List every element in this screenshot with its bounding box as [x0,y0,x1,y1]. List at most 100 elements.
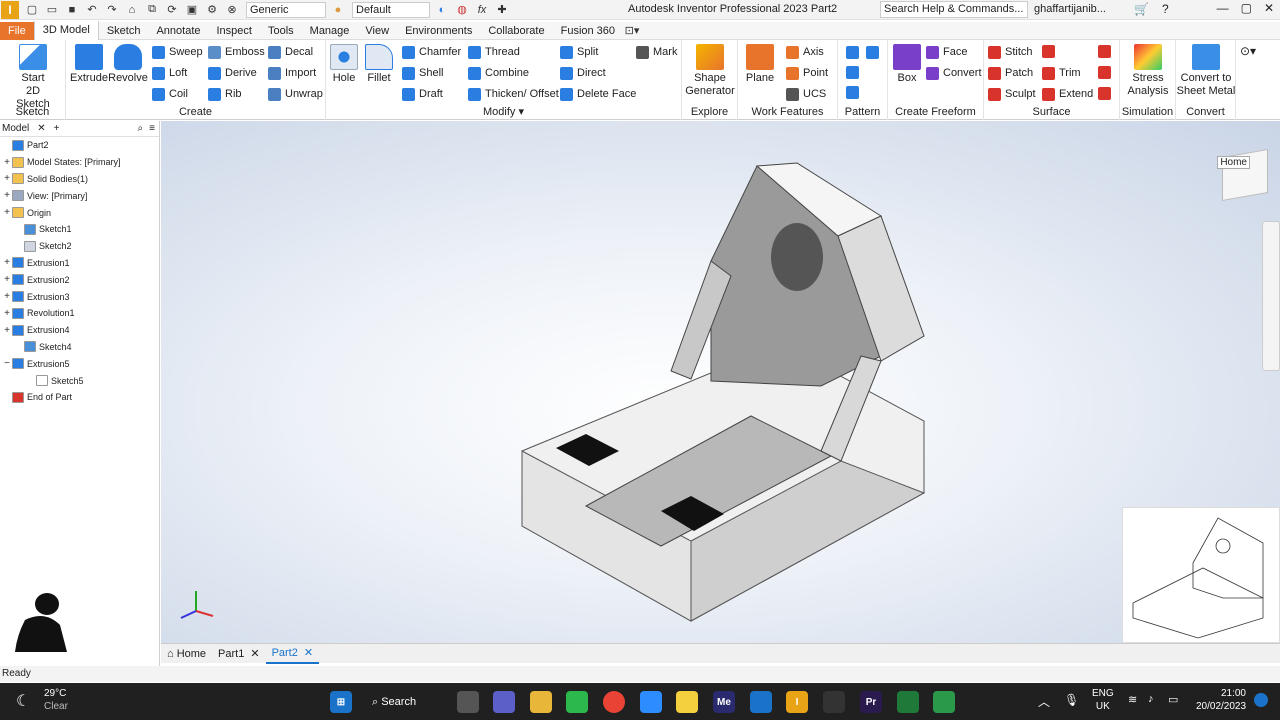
fillet-button[interactable]: Fillet [362,44,396,85]
unwrap-button[interactable]: Unwrap [268,86,323,102]
rectangular-pattern-icon[interactable] [846,46,859,59]
tree-expander-icon[interactable]: + [2,157,12,168]
replace-face-icon[interactable] [1098,45,1111,58]
language-indicator[interactable]: ENG UK [1092,687,1114,713]
tree-item[interactable]: Sketch4 [0,339,159,356]
tree-item[interactable]: + Solid Bodies(1) [0,171,159,188]
chamfer-button[interactable]: Chamfer [402,44,461,60]
ribbon-expand-icon[interactable]: ⊙▾ [1240,44,1256,58]
premiere-pro-icon[interactable]: Pr [860,691,882,713]
tab-manage[interactable]: Manage [302,22,358,40]
cancel-icon[interactable]: ⊗ [223,2,241,18]
maximize-icon[interactable]: ▢ [1241,1,1252,15]
browser-tab-model[interactable]: Model [2,123,29,134]
doc-tab-part1[interactable]: Part1 ✕ [212,644,266,664]
shell-button[interactable]: Shell [402,65,443,81]
task-view-icon[interactable] [457,691,479,713]
sticky-notes-icon[interactable] [676,691,698,713]
freeform-convert-button[interactable]: Convert [926,65,982,81]
hole-button[interactable]: Hole [328,44,360,85]
microphone-icon[interactable]: 🎙 [1064,693,1079,707]
emboss-button[interactable]: Emboss [208,44,265,60]
tree-expander-icon[interactable]: + [2,274,12,285]
panel-label-modify[interactable]: Modify ▾ [326,105,681,118]
tree-item[interactable]: + Origin [0,204,159,221]
tab-view[interactable]: View [357,22,397,40]
tab-fusion-360[interactable]: Fusion 360 [553,22,623,40]
trim-button[interactable]: Trim [1042,65,1081,81]
coil-button[interactable]: Coil [152,86,188,102]
repair-bodies-icon[interactable] [1098,66,1111,79]
add-browser-icon[interactable]: + [54,123,60,134]
update-icon[interactable]: ⟳ [163,2,181,18]
tree-item[interactable]: + Extrusion4 [0,322,159,339]
appearance-select[interactable]: Generic [246,1,326,18]
user-account-menu[interactable]: ghaffartijanib... [1034,3,1106,15]
undo-icon[interactable]: ↶ [83,2,101,18]
stress-analysis-button[interactable]: Stress Analysis [1122,44,1174,98]
freeform-face-button[interactable]: Face [926,44,967,60]
revolve-button[interactable]: Revolve [108,44,148,85]
new-file-icon[interactable]: ▢ [23,2,41,18]
notification-icon[interactable] [1254,693,1268,707]
open-folder-icon[interactable]: ▭ [43,2,61,18]
loft-button[interactable]: Loft [152,65,187,81]
tab-tools[interactable]: Tools [260,22,302,40]
add-icon[interactable]: ✚ [493,2,511,18]
close-icon[interactable]: ✕ [37,123,45,134]
shape-generator-button[interactable]: Shape Generator [684,44,736,98]
taskbar-search[interactable]: ⌕ Search [372,691,436,713]
close-icon[interactable]: ✕ [304,646,313,659]
tree-item[interactable]: + Model States: [Primary] [0,154,159,171]
circular-pattern-icon[interactable] [846,66,859,79]
ucs-button[interactable]: UCS [786,86,826,102]
tree-expander-icon[interactable]: − [2,358,12,369]
tree-item[interactable]: End of Part [0,389,159,406]
settings-icon[interactable]: ⚙ [203,2,221,18]
start-button[interactable]: ⊞ [330,691,352,713]
weather-widget[interactable]: 29°C Clear [44,687,68,713]
import-button[interactable]: Import [268,65,316,81]
tree-item[interactable]: + Revolution1 [0,305,159,322]
decal-button[interactable]: Decal [268,44,313,60]
sculpt-button[interactable]: Sculpt [988,86,1036,102]
home-view-label[interactable]: Home [1217,156,1250,169]
camtasia-icon[interactable] [933,691,955,713]
battery-icon[interactable]: ▭ [1168,693,1178,706]
tab-sketch[interactable]: Sketch [99,22,149,40]
redo-icon[interactable]: ↷ [103,2,121,18]
combine-button[interactable]: Combine [468,65,529,81]
tree-item[interactable]: + Extrusion1 [0,255,159,272]
zoom-icon[interactable] [640,691,662,713]
close-icon[interactable]: ✕ [250,647,259,660]
tree-expander-icon[interactable]: + [2,173,12,184]
tree-expander-icon[interactable]: + [2,257,12,268]
wifi-icon[interactable]: ≋ [1128,693,1137,706]
sketch-pattern-icon[interactable] [846,86,859,99]
sweep-button[interactable]: Sweep [152,44,203,60]
menu-icon[interactable]: ≡ [149,123,155,134]
stitch-button[interactable]: Stitch [988,44,1033,60]
search-icon[interactable]: ⌕ [138,123,144,134]
extrude-button[interactable]: Extrude [70,44,108,85]
material-select[interactable]: Default [352,1,430,18]
start-2d-sketch-button[interactable]: Start 2D Sketch [8,44,58,111]
extend-button[interactable]: Extend [1042,86,1093,102]
tree-item[interactable]: Sketch5 [0,372,159,389]
tab-annotate[interactable]: Annotate [148,22,208,40]
tab-file[interactable]: File [0,21,34,40]
freeform-box-button[interactable]: Box [890,44,924,85]
clear-override-icon[interactable]: ◍ [453,2,471,18]
doc-tab-home[interactable]: ⌂ Home [161,644,212,664]
weather-moon-icon[interactable]: ☾ [16,691,30,711]
ribbon-options-icon[interactable]: ⊡▾ [623,23,641,39]
point-button[interactable]: Point [786,65,828,81]
tree-item[interactable]: Sketch2 [0,238,159,255]
tree-expander-icon[interactable]: + [2,308,12,319]
select-icon[interactable]: ▣ [183,2,201,18]
mirror-icon[interactable] [866,46,879,59]
doc-tab-part2[interactable]: Part2 ✕ [265,644,320,664]
fx-parameters-button[interactable]: fx [473,2,491,18]
convert-to-sheet-metal-button[interactable]: Convert to Sheet Metal [1176,44,1236,98]
navigation-bar[interactable] [1262,221,1280,371]
